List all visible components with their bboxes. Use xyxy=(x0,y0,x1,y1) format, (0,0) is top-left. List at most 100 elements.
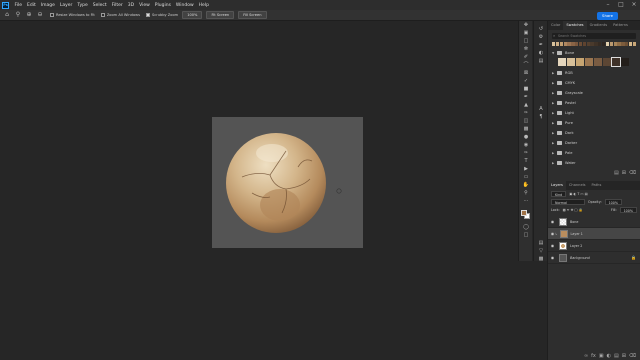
home-icon[interactable]: ⌂ xyxy=(3,11,11,19)
marquee-tool-icon[interactable]: □ xyxy=(519,37,533,45)
blur-tool-icon[interactable]: ● xyxy=(519,133,533,141)
adjustment-layer-icon[interactable]: ◐ xyxy=(607,353,611,359)
gradient-tool-icon[interactable]: ▩ xyxy=(519,125,533,133)
zoom-100-button[interactable]: 100% xyxy=(182,11,203,19)
document-canvas[interactable] xyxy=(212,117,363,248)
recent-color-swatch[interactable] xyxy=(552,42,556,46)
bone-color-swatch[interactable] xyxy=(576,58,584,66)
chevron-right-icon[interactable]: ▶ xyxy=(552,81,556,85)
swatch-folder-grayscale[interactable]: ▶ Grayscale xyxy=(548,88,640,98)
swatch-folder-water[interactable]: ▶ Water xyxy=(548,158,640,168)
color-swatches-fg-bg[interactable] xyxy=(519,209,533,223)
bone-color-swatch[interactable] xyxy=(585,58,593,66)
zoom-out-icon[interactable]: ⊖ xyxy=(36,11,44,19)
zoom-tool-icon[interactable]: ⚲ xyxy=(14,11,22,19)
pen-tool-icon[interactable]: ✑ xyxy=(519,149,533,157)
swatches-search-input[interactable]: Search Swatches xyxy=(552,33,636,39)
recent-color-swatch[interactable] xyxy=(598,42,602,46)
bone-color-swatch[interactable] xyxy=(611,57,621,67)
zoom-all-checkbox[interactable]: Zoom All Windows xyxy=(100,13,140,17)
shape-tool-icon[interactable]: ▭ xyxy=(519,173,533,181)
tab-gradients[interactable]: Gradients xyxy=(587,21,611,30)
menu-filter[interactable]: Filter xyxy=(109,3,125,8)
swatch-folder-darker[interactable]: ▶ Darker xyxy=(548,138,640,148)
more-tools-icon[interactable]: ⋯ xyxy=(519,197,533,205)
layer-row-layer-2[interactable]: ◉ Layer 2 xyxy=(548,240,640,252)
canvas-area[interactable] xyxy=(0,21,518,360)
recent-color-swatch[interactable] xyxy=(621,42,625,46)
kind-filter-select[interactable]: Kind xyxy=(551,191,567,197)
recent-color-swatch[interactable] xyxy=(625,42,629,46)
chevron-right-icon[interactable]: ▶ xyxy=(552,141,556,145)
chevron-right-icon[interactable]: ▶ xyxy=(552,131,556,135)
properties-panel-icon[interactable]: ⚙ xyxy=(534,33,548,41)
move-tool-icon[interactable]: ✥ xyxy=(519,21,533,29)
menu-edit[interactable]: Edit xyxy=(25,3,39,8)
crop-tool-icon[interactable]: ⌒ xyxy=(519,61,533,69)
chevron-right-icon[interactable]: ▶ xyxy=(552,71,556,75)
artboard-tool-icon[interactable]: ▣ xyxy=(519,29,533,37)
recent-color-swatch[interactable] xyxy=(628,42,633,46)
delete-layer-icon[interactable]: ⌫ xyxy=(629,353,636,359)
dodge-tool-icon[interactable]: ◉ xyxy=(519,141,533,149)
menu-window[interactable]: Window xyxy=(173,3,196,8)
fill-input[interactable]: 100% xyxy=(619,207,637,213)
tab-layers[interactable]: Layers xyxy=(548,181,566,190)
bone-color-swatch[interactable] xyxy=(603,58,611,66)
swatch-folder-pale[interactable]: ▶ Pale xyxy=(548,148,640,158)
minimize-icon[interactable]: – xyxy=(602,0,614,10)
recent-color-swatch[interactable] xyxy=(605,42,610,46)
chevron-right-icon[interactable]: ▶ xyxy=(552,151,556,155)
history-brush-icon[interactable]: ✑ xyxy=(519,109,533,117)
bone-color-swatch[interactable] xyxy=(594,58,602,66)
visibility-eye-icon[interactable]: ◉ xyxy=(550,219,555,224)
swatch-folder-dark[interactable]: ▶ Dark xyxy=(548,128,640,138)
layer-style-icon[interactable]: fx xyxy=(591,353,596,359)
recent-color-swatch[interactable] xyxy=(559,42,564,46)
paragraph-panel-icon[interactable]: ¶ xyxy=(534,113,548,121)
delete-icon[interactable]: ⌫ xyxy=(629,170,636,176)
chevron-right-icon[interactable]: ▶ xyxy=(552,101,556,105)
adjustments-panel-icon[interactable]: ◐ xyxy=(534,49,548,57)
brushes-panel-icon[interactable]: ✒ xyxy=(534,41,548,49)
close-icon[interactable]: × xyxy=(628,0,640,10)
recent-color-swatch[interactable] xyxy=(594,42,598,46)
screen-mode-icon[interactable]: □ xyxy=(519,231,533,239)
recent-color-swatch[interactable] xyxy=(613,42,617,46)
recent-color-swatch[interactable] xyxy=(601,42,606,46)
chevron-right-icon[interactable]: ▶ xyxy=(552,91,556,95)
menu-type[interactable]: Type xyxy=(75,3,90,8)
add-mask-icon[interactable]: ▣ xyxy=(599,353,604,359)
share-button[interactable]: Share xyxy=(597,11,618,20)
recent-color-swatch[interactable] xyxy=(586,42,590,46)
recent-color-swatch[interactable] xyxy=(575,42,579,46)
type-tool-icon[interactable]: T xyxy=(519,157,533,165)
brush-tool-icon[interactable]: ✒ xyxy=(519,93,533,101)
chevron-right-icon[interactable]: ▶ xyxy=(552,161,556,165)
recent-color-swatch[interactable] xyxy=(567,42,571,46)
maximize-icon[interactable]: □ xyxy=(615,0,627,10)
recent-color-swatch[interactable] xyxy=(609,42,613,46)
new-group-icon[interactable]: ▤ xyxy=(614,170,619,176)
eraser-tool-icon[interactable]: ◫ xyxy=(519,117,533,125)
recent-color-swatch[interactable] xyxy=(582,42,587,46)
libraries-panel-icon[interactable]: ▤ xyxy=(534,57,548,65)
bone-color-swatch[interactable] xyxy=(567,58,575,66)
bone-color-swatch[interactable] xyxy=(558,58,566,66)
menu-help[interactable]: Help xyxy=(196,3,211,8)
fill-screen-button[interactable]: Fill Screen xyxy=(238,11,267,19)
blend-mode-select[interactable]: Normal xyxy=(551,199,585,205)
recent-color-swatch[interactable] xyxy=(555,42,560,46)
hand-tool-icon[interactable]: ✋ xyxy=(519,181,533,189)
frame-tool-icon[interactable]: ⊠ xyxy=(519,69,533,77)
menu-plugins[interactable]: Plugins xyxy=(152,3,173,8)
character-panel-icon[interactable]: A xyxy=(534,105,548,113)
chevron-right-icon[interactable]: ▶ xyxy=(552,121,556,125)
swatch-folder-pure[interactable]: ▶ Pure xyxy=(548,118,640,128)
channels-panel-icon[interactable]: ▤ xyxy=(534,239,548,247)
zoom-tool-icon[interactable]: ⚲ xyxy=(519,189,533,197)
foreground-color-swatch[interactable] xyxy=(521,210,527,216)
recent-color-swatch[interactable] xyxy=(578,42,583,46)
resize-windows-checkbox[interactable]: Resize Windows to Fit xyxy=(50,13,95,17)
layer-comps-icon[interactable]: ▩ xyxy=(534,255,548,263)
